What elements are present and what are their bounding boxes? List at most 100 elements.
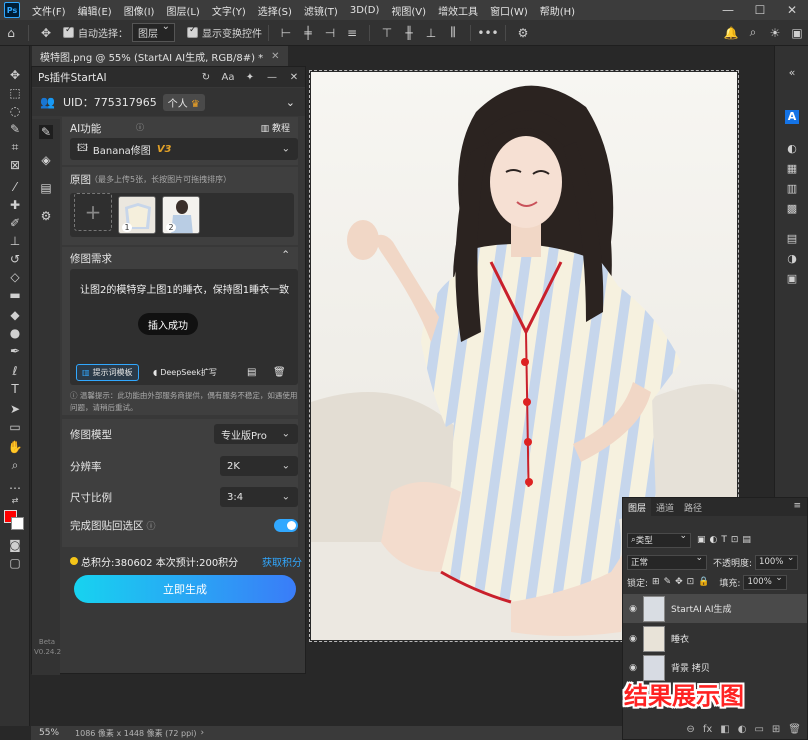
minimize-icon[interactable]: —	[261, 72, 283, 83]
maximize-button[interactable]: ☐	[744, 3, 776, 17]
model-thumbnail[interactable]: 2	[162, 196, 200, 234]
info-icon[interactable]: ⓘ	[147, 519, 156, 532]
workspace-icon[interactable]: ▣	[786, 26, 808, 40]
align-middle-icon[interactable]: ≡	[341, 26, 363, 40]
menu-select[interactable]: 选择(S)	[252, 3, 298, 18]
edit-icon[interactable]: ✎	[39, 125, 53, 139]
blend-mode-dropdown[interactable]: 正常	[627, 553, 707, 570]
pen-curve-icon[interactable]: ℓ	[5, 362, 25, 380]
ratio-dropdown[interactable]: 3:4 ⌄	[220, 487, 298, 507]
discover-icon[interactable]: ☀	[764, 26, 786, 40]
delete-layer-icon[interactable]: 🗑	[788, 724, 801, 735]
frame-tool-icon[interactable]: ⊠	[5, 156, 25, 174]
eyedropper-icon[interactable]: ⁄	[5, 178, 25, 196]
crop-tool-icon[interactable]: ⌗	[5, 138, 25, 156]
type-tool-icon[interactable]: T	[5, 380, 25, 398]
gradients-icon[interactable]: ▥	[785, 182, 799, 196]
move-tool-icon[interactable]: ✥	[5, 66, 25, 84]
document-icon[interactable]: ▤	[39, 181, 53, 195]
filter-kind-dropdown[interactable]: ⌕ 类型	[627, 531, 691, 548]
home-icon[interactable]: ⌂	[0, 26, 22, 40]
prompt-textarea[interactable]: 让图2的模特穿上图1的睡衣，保持图1睡衣一致 插入成功 ▥ 提示词模板 ◖ De…	[70, 269, 298, 385]
screen-mode-icon[interactable]: ▢	[5, 554, 25, 572]
layer-row[interactable]: ◉ 睡衣	[623, 624, 807, 653]
new-layer-icon[interactable]: ⊞	[772, 724, 780, 735]
deepseek-expand-button[interactable]: ◖ DeepSeek扩写	[148, 364, 222, 381]
align-right-icon[interactable]: ⊣	[319, 26, 341, 40]
visibility-eye-icon[interactable]: ◉	[623, 604, 643, 614]
generate-button[interactable]: 立即生成	[74, 575, 296, 603]
minimize-button[interactable]: —	[712, 3, 744, 17]
collapse-icon[interactable]: «	[785, 66, 799, 80]
chevron-down-icon[interactable]: ⌄	[286, 96, 295, 109]
swap-colors-icon[interactable]: ⇄	[5, 492, 25, 510]
link-layers-icon[interactable]: ⊖	[686, 724, 694, 735]
font-size-icon[interactable]: Aa	[217, 72, 239, 83]
model-row-dropdown[interactable]: 专业版Pro ⌄	[214, 424, 298, 444]
close-tab-icon[interactable]: ✕	[271, 51, 279, 62]
clone-stamp-icon[interactable]: ⊥	[5, 232, 25, 250]
hand-tool-icon[interactable]: ✋	[5, 438, 25, 456]
rectangle-tool-icon[interactable]: ▭	[5, 418, 25, 436]
3d-mode-icon[interactable]: ⚙	[512, 26, 534, 40]
eraser-tool-icon[interactable]: ◇	[5, 268, 25, 286]
tab-channels[interactable]: 通道	[651, 498, 679, 516]
patterns-icon[interactable]: ▩	[785, 202, 799, 216]
settings-gear-icon[interactable]: ⚙	[39, 209, 53, 223]
marquee-tool-icon[interactable]: ⬚	[5, 84, 25, 102]
dodge-tool-icon[interactable]: ●	[5, 324, 25, 342]
panel-menu-icon[interactable]: ≡	[787, 498, 807, 516]
startai-plugin-icon[interactable]: A	[785, 110, 799, 124]
align-bottom-icon[interactable]: ⊥	[420, 26, 442, 40]
menu-edit[interactable]: 编辑(E)	[72, 3, 118, 18]
history-brush-icon[interactable]: ↺	[5, 250, 25, 268]
healing-brush-icon[interactable]: ✚	[5, 196, 25, 214]
swatches-icon[interactable]: ▦	[785, 162, 799, 176]
align-top-icon[interactable]: ⊤	[376, 26, 398, 40]
quick-select-icon[interactable]: ✎	[5, 120, 25, 138]
path-select-icon[interactable]: ➤	[5, 400, 25, 418]
search-icon[interactable]: ⌕	[742, 25, 764, 40]
add-image-button[interactable]: +	[74, 193, 112, 231]
resolution-dropdown[interactable]: 2K ⌄	[220, 456, 298, 476]
fx-icon[interactable]: fx	[703, 724, 712, 735]
chevron-right-icon[interactable]: ›	[201, 728, 205, 738]
menu-layer[interactable]: 图层(L)	[160, 3, 205, 18]
layer-row[interactable]: ◉ StartAI AI生成	[623, 594, 807, 623]
libraries-icon[interactable]: ▣	[785, 272, 799, 286]
pen-tool-icon[interactable]: ✒	[5, 342, 25, 360]
prompt-template-button[interactable]: ▥ 提示词模板	[76, 364, 139, 381]
zoom-tool-icon[interactable]: ⌕	[5, 456, 25, 474]
background-color-swatch[interactable]	[11, 517, 24, 530]
gradient-tool-icon[interactable]: ▬	[5, 286, 25, 304]
move-tool-icon[interactable]: ✥	[35, 26, 57, 40]
menu-filter[interactable]: 滤镜(T)	[298, 3, 344, 18]
close-window-button[interactable]: ✕	[776, 3, 808, 17]
adjustments-icon[interactable]: ◑	[785, 252, 799, 266]
blur-tool-icon[interactable]: ◆	[5, 306, 25, 324]
align-left-icon[interactable]: ⊢	[275, 26, 297, 40]
brush-tool-icon[interactable]: ✐	[5, 214, 25, 232]
pajama-thumbnail[interactable]: 1	[118, 196, 156, 234]
properties-icon[interactable]: ▤	[785, 232, 799, 246]
model-select-dropdown[interactable]: 🖾 Banana修图 V3 ⌄	[70, 138, 298, 160]
trash-icon[interactable]: 🗑	[268, 364, 291, 381]
visibility-eye-icon[interactable]: ◉	[623, 663, 643, 673]
align-center-icon[interactable]: ╪	[297, 26, 319, 40]
lock-icons[interactable]: ⊞✎✥⊡🔒	[652, 577, 713, 587]
auto-select-checkbox[interactable]	[63, 25, 74, 38]
get-points-link[interactable]: 获取积分	[262, 554, 302, 569]
tab-paths[interactable]: 路径	[679, 498, 707, 516]
align-vcenter-icon[interactable]: ╫	[398, 26, 420, 40]
menu-plugins[interactable]: 增效工具	[432, 3, 484, 18]
tab-layers[interactable]: 图层	[623, 498, 652, 516]
quick-mask-icon[interactable]: ◙	[5, 536, 25, 554]
opacity-input[interactable]: 100%	[755, 553, 799, 570]
color-panel-icon[interactable]: ◐	[785, 142, 799, 156]
menu-help[interactable]: 帮助(H)	[534, 3, 581, 18]
close-icon[interactable]: ✕	[283, 72, 305, 83]
zoom-level[interactable]: 55%	[39, 728, 59, 738]
show-transform-checkbox[interactable]	[187, 25, 198, 38]
layers-stack-icon[interactable]: ◈	[39, 153, 53, 167]
auto-select-dropdown[interactable]: 图层	[132, 21, 175, 42]
